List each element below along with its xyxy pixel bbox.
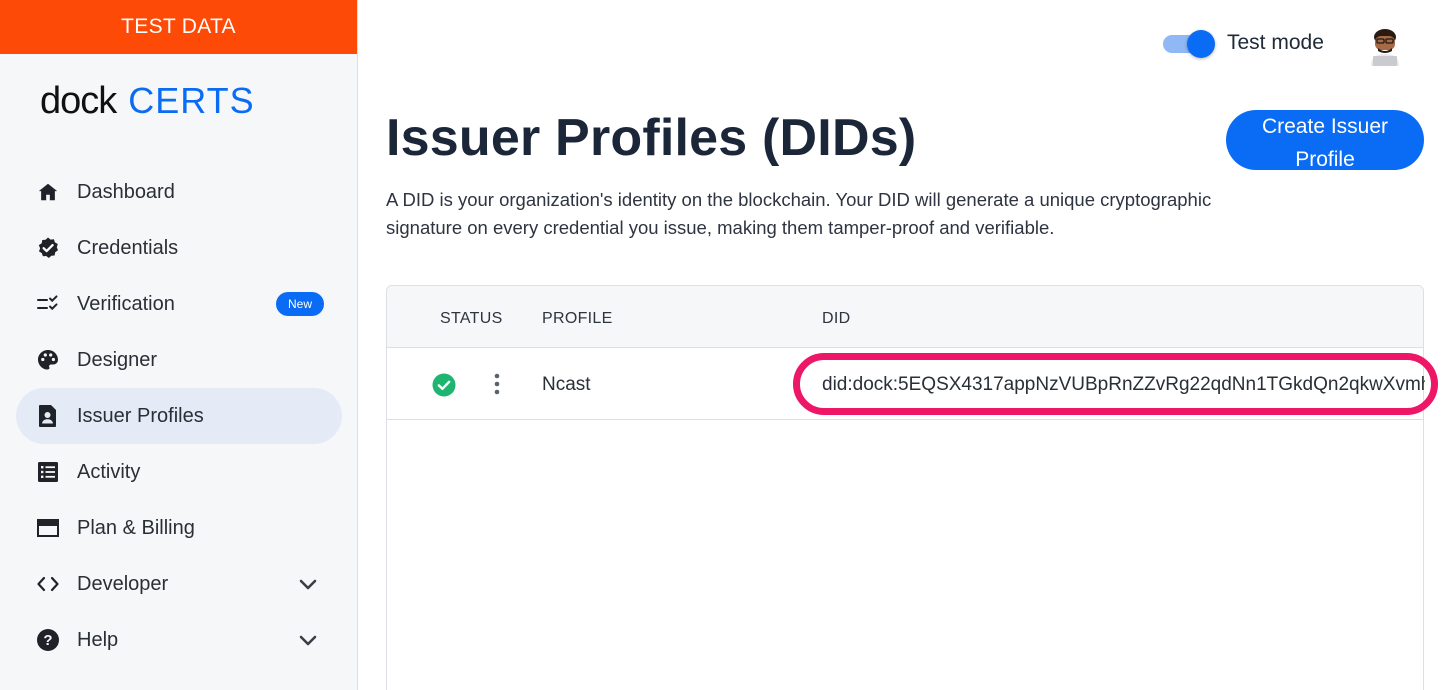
column-header-status[interactable]: STATUS	[440, 310, 503, 328]
more-options-icon[interactable]	[487, 372, 507, 396]
sidebar-item-activity[interactable]: Activity	[16, 444, 342, 500]
test-mode-label: Test mode	[1227, 31, 1324, 54]
avatar[interactable]	[1365, 24, 1405, 66]
sidebar: TEST DATA dock CERTS Dashboard Credentia…	[0, 0, 358, 690]
sidebar-item-credentials[interactable]: Credentials	[16, 220, 342, 276]
logo-certs-text: CERTS	[128, 80, 255, 121]
sidebar-item-dashboard[interactable]: Dashboard	[16, 164, 342, 220]
page-title: Issuer Profiles (DIDs)	[386, 109, 917, 167]
id-badge-icon	[36, 404, 60, 428]
check-circle-icon	[432, 373, 456, 397]
sidebar-item-label: Activity	[77, 460, 141, 483]
checklist-icon	[36, 292, 60, 316]
sidebar-item-label: Credentials	[77, 236, 179, 259]
sidebar-item-label: Developer	[77, 572, 169, 595]
list-icon	[36, 460, 60, 484]
sidebar-item-label: Dashboard	[77, 180, 175, 203]
sidebar-item-designer[interactable]: Designer	[16, 332, 342, 388]
test-data-banner: TEST DATA	[0, 0, 357, 54]
code-icon	[36, 572, 60, 596]
new-badge: New	[276, 292, 325, 316]
column-header-did[interactable]: DID	[822, 310, 850, 328]
sidebar-item-label: Plan & Billing	[77, 516, 195, 539]
help-icon: ?	[36, 628, 60, 652]
sidebar-item-label: Verification	[77, 292, 175, 315]
sidebar-item-verification[interactable]: Verification New	[16, 276, 342, 332]
card-icon	[36, 516, 60, 540]
column-header-profile[interactable]: PROFILE	[542, 310, 613, 328]
dock-certs-logo[interactable]: dock CERTS	[40, 80, 255, 124]
issuer-profiles-table: STATUS PROFILE DID Ncast did:dock:5EQSX4…	[386, 285, 1425, 690]
page-description: A DID is your organization's identity on…	[386, 189, 1212, 238]
chevron-down-icon[interactable]	[296, 572, 320, 596]
table-header: STATUS PROFILE DID	[387, 286, 1423, 348]
profile-name-cell: Ncast	[542, 374, 591, 395]
create-issuer-profile-button[interactable]: Create Issuer Profile	[1226, 110, 1424, 171]
svg-text:?: ?	[43, 632, 52, 649]
sidebar-item-developer[interactable]: Developer	[16, 556, 342, 612]
sidebar-item-issuer-profiles[interactable]: Issuer Profiles	[16, 388, 342, 444]
sidebar-item-help[interactable]: ? Help	[16, 612, 342, 668]
did-highlight-annotation	[793, 353, 1438, 415]
sidebar-item-plan-billing[interactable]: Plan & Billing	[16, 500, 342, 556]
verified-badge-icon	[36, 236, 60, 260]
toggle-knob	[1187, 30, 1215, 58]
home-icon	[36, 180, 60, 204]
logo-dock-text: dock	[40, 80, 117, 122]
chevron-down-icon[interactable]	[296, 628, 320, 652]
sidebar-item-label: Issuer Profiles	[77, 404, 204, 427]
sidebar-nav: Dashboard Credentials Verification New D…	[16, 164, 342, 668]
palette-icon	[36, 348, 60, 372]
sidebar-item-label: Designer	[77, 348, 158, 371]
test-mode-toggle[interactable]	[1161, 30, 1215, 58]
sidebar-item-label: Help	[77, 628, 119, 651]
